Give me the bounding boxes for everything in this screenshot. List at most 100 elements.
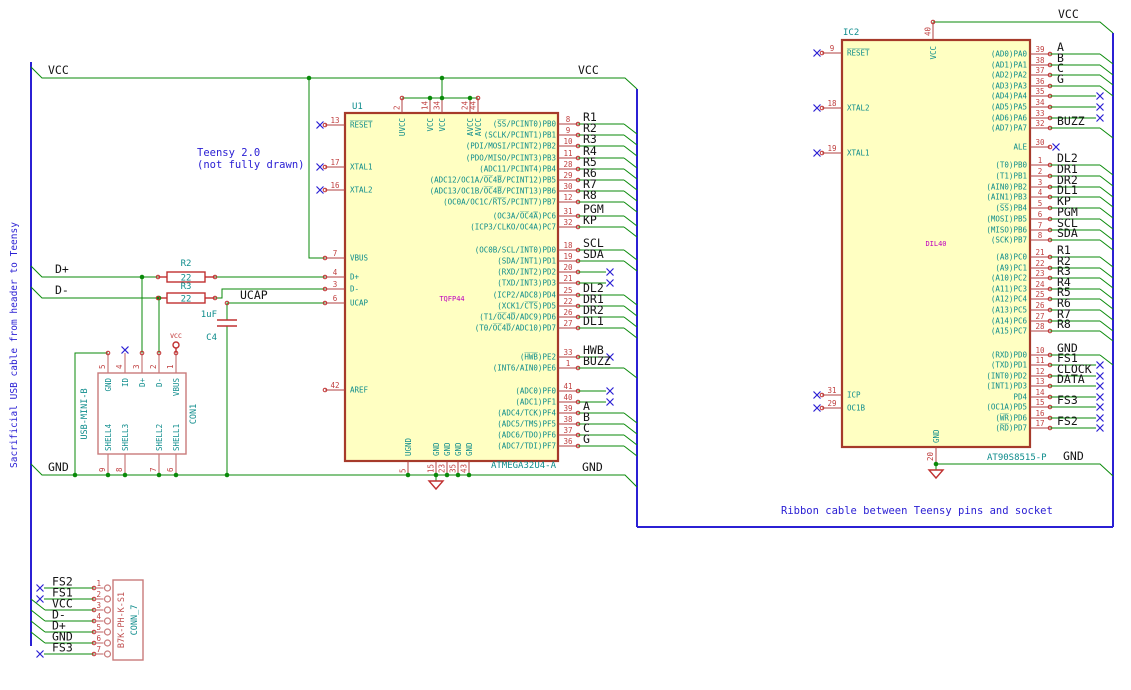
net-label-dplus[interactable]: D+ (55, 262, 69, 276)
bus-entry (1099, 175, 1114, 187)
conn7-value[interactable]: B7K-PH-K-S1 (117, 592, 127, 648)
bus-entry (623, 190, 638, 202)
pin-name: PD4 (1013, 393, 1027, 402)
conn7-ref[interactable]: CONN_7 (130, 605, 140, 636)
net-label-vcc-ic2[interactable]: VCC (1058, 7, 1079, 21)
note-usb-cable[interactable]: Sacrificial USB cable from header to Tee… (9, 222, 20, 468)
no-connect-x (121, 346, 129, 354)
pin-number: 33 (1035, 109, 1044, 118)
bus-entry (623, 123, 638, 135)
pin-name: (MISO)PB6 (986, 226, 1027, 235)
u1-value[interactable]: ATMEGA32U4-A (491, 461, 557, 471)
con1-ref[interactable]: CON1 (189, 404, 199, 424)
pin-name: XTAL2 (350, 186, 373, 195)
gnd-symbol-ic2[interactable] (927, 469, 945, 480)
bus-entry (1099, 277, 1114, 289)
pin-number: 39 (563, 404, 572, 413)
net-label[interactable]: DL1 (583, 314, 604, 328)
net-label[interactable]: BUZZ (583, 354, 611, 368)
bus-entry (623, 367, 638, 379)
ic2-ref[interactable]: IC2 (843, 28, 859, 38)
pin-name: (TXD/INT3)PD3 (497, 279, 556, 288)
net-label-gnd-ic2[interactable]: GND (1063, 449, 1084, 463)
pin-number: 5 (98, 364, 107, 369)
note-teensy-line2[interactable]: (not fully drawn) (197, 159, 304, 171)
net-label[interactable]: DATA (1057, 372, 1085, 386)
no-connect-x (813, 149, 821, 157)
net-label[interactable]: SDA (1057, 226, 1078, 240)
pin-name: XTAL1 (847, 149, 870, 158)
net-label[interactable]: FS3 (52, 641, 73, 655)
bus-entry (623, 294, 638, 306)
con1-value[interactable]: USB-MINI-B (80, 388, 90, 439)
r3-ref[interactable]: R3 (181, 282, 192, 292)
pin-number: 11 (1035, 356, 1044, 365)
net-label[interactable]: FS2 (1057, 414, 1078, 428)
pin-name: SHELL2 (155, 424, 164, 451)
net-label[interactable]: FS3 (1057, 393, 1078, 407)
net-label[interactable]: G (1057, 72, 1064, 86)
u1-package[interactable]: TQFP44 (439, 295, 464, 303)
bus-entry (1099, 330, 1114, 342)
net-label[interactable]: SDA (583, 247, 604, 261)
pin-name: D- (155, 378, 164, 387)
note-ribbon-cable[interactable]: Ribbon cable between Teensy pins and soc… (781, 505, 1053, 517)
junction-dot (224, 472, 230, 478)
net-label-ucap[interactable]: UCAP (240, 288, 268, 302)
bus-entry (1099, 196, 1114, 208)
bus-entry (623, 249, 638, 261)
pin-name: (OC0A/OC1C/R̅T̅S̅/PCINT7)PB7 (443, 197, 556, 206)
net-label-vcc-u1[interactable]: VCC (578, 63, 599, 77)
pin-name: VBUS (172, 378, 181, 397)
pin-number: 34 (1035, 98, 1045, 107)
u1-ref[interactable]: U1 (352, 102, 363, 112)
net-label-dminus[interactable]: D- (55, 283, 69, 297)
r2-ref[interactable]: R2 (181, 259, 192, 269)
net-label[interactable]: BUZZ (1057, 114, 1085, 128)
r3-value[interactable]: 22 (181, 295, 192, 305)
wire-u1-power (402, 78, 478, 99)
no-connect-x (1096, 393, 1104, 401)
no-connect-x (1096, 103, 1104, 111)
net-label[interactable]: R8 (583, 188, 597, 202)
pin-name: (ADC13/OC1B/O̅C̅4̅B̅/PCINT13)PB6 (430, 186, 557, 195)
pin-number: 35 (1035, 87, 1044, 96)
pin-name: (MOSI)PB5 (986, 215, 1027, 224)
bus-entry (623, 445, 638, 457)
pin-number: 8 (115, 467, 124, 472)
pin-number: 29 (827, 399, 836, 408)
pin-number: 44 (469, 100, 478, 110)
pin-number: 2 (393, 105, 402, 110)
c4-ref[interactable]: C4 (206, 333, 217, 343)
net-label[interactable]: G (583, 432, 590, 446)
pin-number: 34 (433, 100, 442, 110)
no-connect-x (316, 186, 324, 194)
pin-name: GND (454, 442, 463, 456)
net-label-gnd-left[interactable]: GND (48, 460, 69, 474)
pin-number: 37 (563, 426, 572, 435)
pin-name: (A15)PC7 (991, 327, 1027, 336)
no-connect-x (813, 404, 821, 412)
pin-name: GND (432, 442, 441, 456)
ic2-package[interactable]: DIL40 (925, 240, 946, 248)
pin-number: 18 (827, 99, 837, 108)
pin-number: 17 (1035, 419, 1044, 428)
note-teensy-line1[interactable]: Teensy 2.0 (197, 147, 260, 159)
pin-number: 40 (563, 393, 573, 402)
bus-entry (623, 305, 638, 317)
net-label[interactable]: KP (583, 213, 597, 227)
no-connect-x (36, 584, 44, 592)
c4-value[interactable]: 1uF (201, 310, 217, 320)
net-label-gnd-u1[interactable]: GND (582, 460, 603, 474)
pin-name: (AD5)PA5 (991, 103, 1027, 112)
ic2-value[interactable]: AT90S8515-P (987, 453, 1047, 463)
no-connect-x (1096, 403, 1104, 411)
wire-vbus-drop (308, 78, 325, 259)
pin-number: 28 (1035, 322, 1045, 331)
pin-number: 33 (563, 348, 572, 357)
capacitor-c4[interactable] (217, 319, 237, 327)
net-label-vcc-left[interactable]: VCC (48, 63, 69, 77)
net-label[interactable]: R8 (1057, 317, 1071, 331)
bus-entry (1099, 207, 1114, 219)
pin-name: (A12)PC4 (991, 295, 1028, 304)
